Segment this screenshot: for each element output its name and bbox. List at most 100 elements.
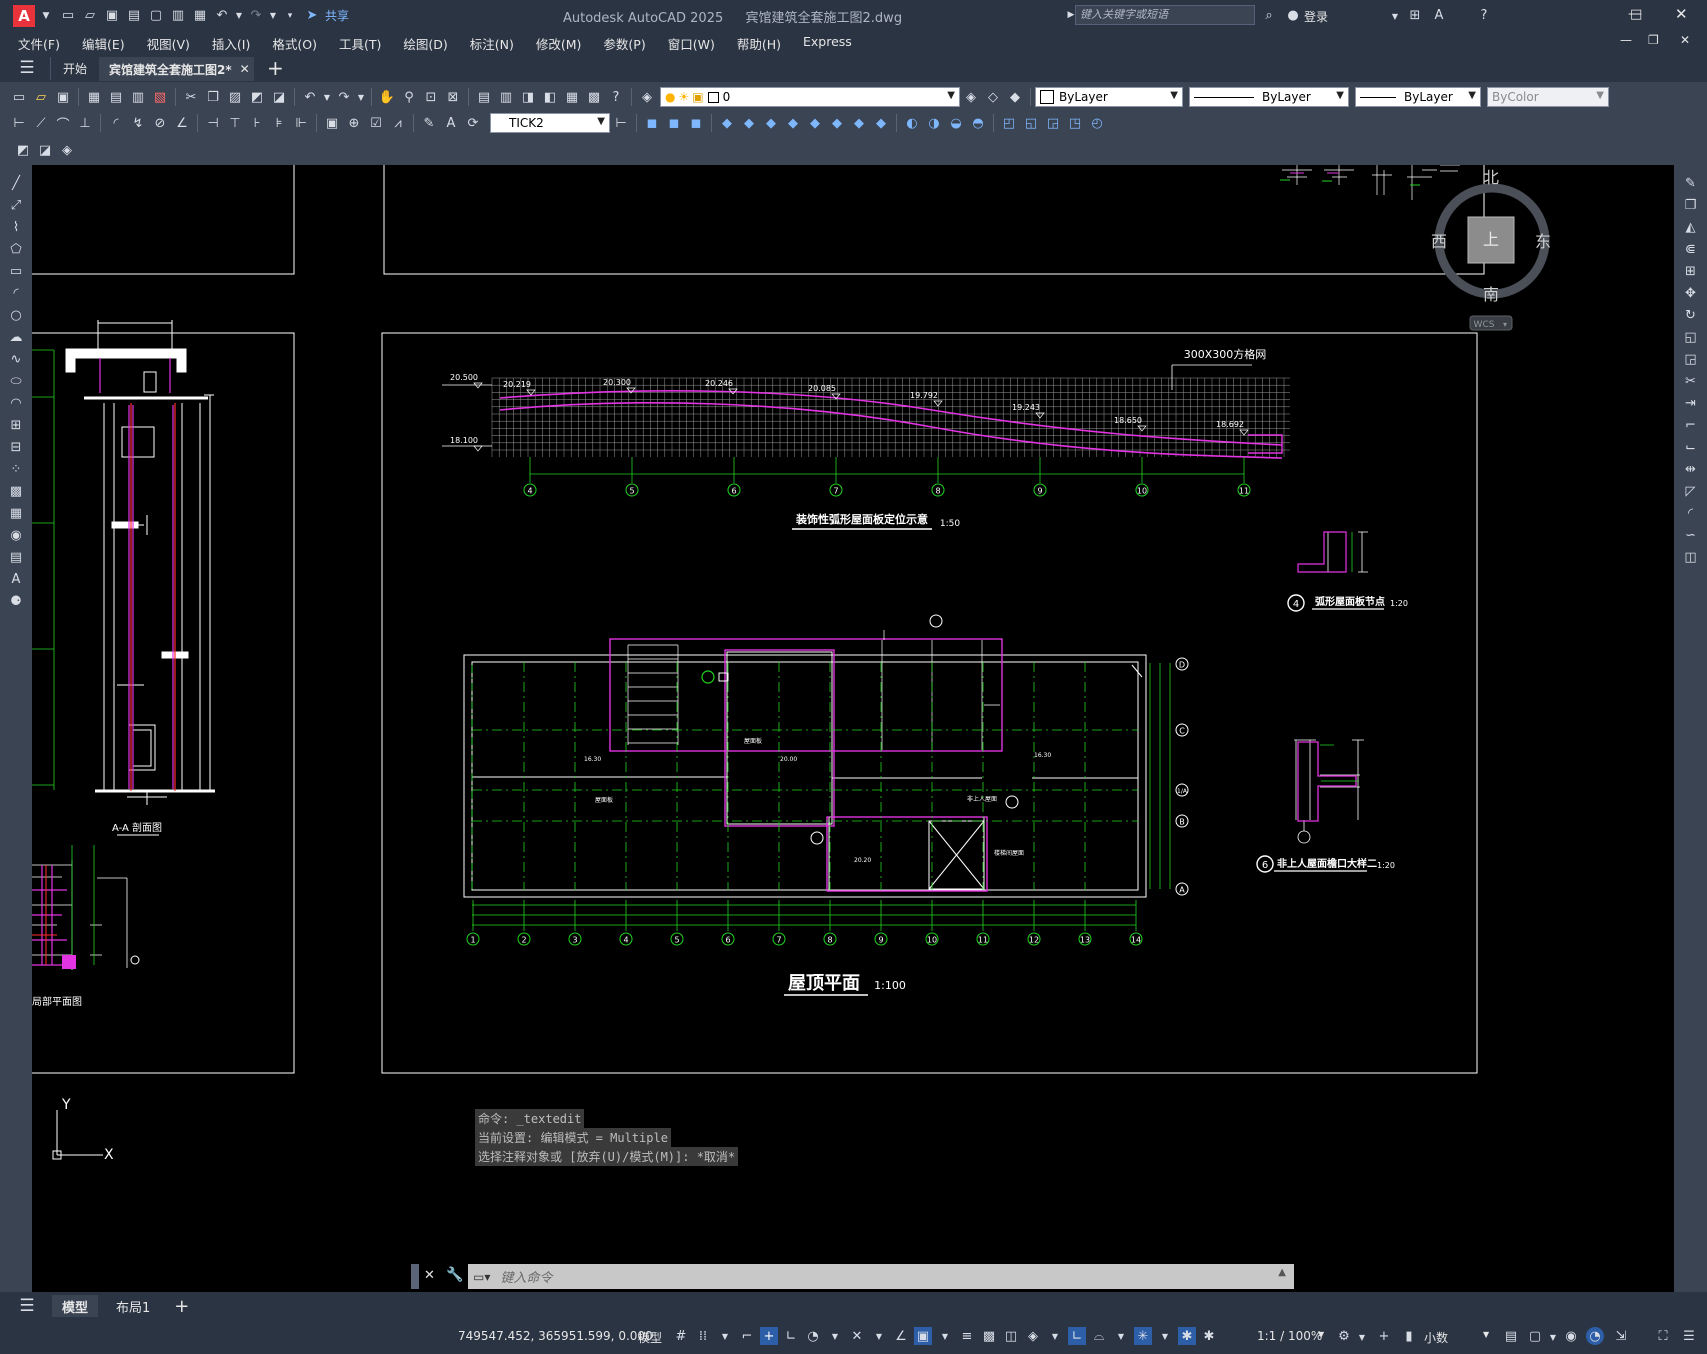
draw-arc-icon[interactable]: ◜ — [7, 284, 25, 302]
modify-blend-icon[interactable]: ∽ — [1682, 526, 1700, 544]
dimstyle-combo[interactable]: TICK2 ▼ — [490, 113, 610, 133]
modify-move-icon[interactable]: ✥ — [1682, 284, 1700, 302]
draw-rectangle-icon[interactable]: ▭ — [7, 262, 25, 280]
modify-rotate-icon[interactable]: ↻ — [1682, 306, 1700, 324]
solid-convert-icon[interactable]: ◴ — [1088, 114, 1106, 132]
command-input[interactable]: 键入命令 — [500, 1267, 552, 1286]
save-to-web-icon[interactable]: ▥ — [169, 7, 187, 25]
osnap-icon[interactable]: ▣ — [914, 1327, 932, 1345]
lineweight-combo[interactable]: ByLayer ▼ — [1355, 87, 1481, 107]
dim-jogline-icon[interactable]: ⩘ — [389, 114, 407, 132]
dynamic-ucs-icon[interactable]: ∟ — [1068, 1327, 1086, 1345]
viewcube-east[interactable]: 东 — [1535, 232, 1551, 251]
open-file-icon[interactable]: ▱ — [81, 7, 99, 25]
selection-filter-dropdown-icon[interactable]: ▼ — [1112, 1327, 1130, 1345]
selection-cycling-icon[interactable]: ◫ — [1002, 1327, 1020, 1345]
modify-extend-icon[interactable]: ⇥ — [1682, 394, 1700, 412]
draw-polyline-icon[interactable]: ⌇ — [7, 218, 25, 236]
polar-icon[interactable]: ◔ — [804, 1327, 822, 1345]
snap-icon[interactable]: ⁞⁞ — [694, 1327, 712, 1345]
units-value[interactable]: 小数 — [1424, 1329, 1448, 1346]
tb-undo-icon[interactable]: ↶ — [301, 88, 319, 106]
new-file-icon[interactable]: ▭ — [59, 7, 77, 25]
isodraft-dropdown-icon[interactable]: ▼ — [870, 1327, 888, 1345]
gizmo-dropdown-icon[interactable]: ▼ — [1156, 1327, 1174, 1345]
draw-mtext-icon[interactable]: A — [7, 570, 25, 588]
polar-dropdown-icon[interactable]: ▼ — [826, 1327, 844, 1345]
modify-offset-icon[interactable]: ⋐ — [1682, 240, 1700, 258]
solid-presspull-icon[interactable]: ◆ — [740, 114, 758, 132]
solid-section-icon[interactable]: ◲ — [1044, 114, 1062, 132]
tb-match-icon[interactable]: ◩ — [248, 88, 266, 106]
doc-close-button[interactable]: ✕ — [1680, 33, 1690, 47]
cart-icon[interactable]: ⊞ — [1406, 6, 1424, 24]
restore-button[interactable]: □ — [1630, 7, 1642, 22]
annotation-monitor-icon[interactable]: + — [1375, 1327, 1393, 1345]
isodraft-icon[interactable]: ✕ — [848, 1327, 866, 1345]
clean-screen-icon[interactable]: ⇲ — [1612, 1327, 1630, 1345]
dim-ordinate-icon[interactable]: ⊥ — [76, 114, 94, 132]
modify-join-icon[interactable]: ⇹ — [1682, 460, 1700, 478]
menu-item-3[interactable]: 插入(I) — [212, 34, 250, 53]
gizmo-icon[interactable]: ✳ — [1134, 1327, 1152, 1345]
color-combo[interactable]: ByLayer ▼ — [1035, 87, 1183, 107]
isolate-objects-icon[interactable]: ◉ — [1562, 1327, 1580, 1345]
tb-paste-icon[interactable]: ▨ — [226, 88, 244, 106]
plot-icon[interactable]: ▦ — [191, 7, 209, 25]
selection-filter-icon[interactable]: ⌓ — [1090, 1327, 1108, 1345]
modify-stretch-icon[interactable]: ◲ — [1682, 350, 1700, 368]
tb-redo-icon[interactable]: ↷ — [335, 88, 353, 106]
solid-sweep-icon[interactable]: ◆ — [762, 114, 780, 132]
dim-continue-icon[interactable]: ⊦ — [248, 114, 266, 132]
tb-layer-walk-icon[interactable]: ◈ — [58, 141, 76, 159]
solid-loft-icon[interactable]: ◆ — [806, 114, 824, 132]
app-menu-chevron-icon[interactable]: ▼ — [37, 7, 55, 25]
menu-item-5[interactable]: 工具(T) — [339, 34, 381, 53]
3d-osnap-dropdown-icon[interactable]: ▼ — [1046, 1327, 1064, 1345]
dim-quick-icon[interactable]: ⊣ — [204, 114, 222, 132]
draw-spline-icon[interactable]: ∿ — [7, 350, 25, 368]
auto-scale-icon[interactable]: ✱ — [1200, 1327, 1218, 1345]
draw-point-icon[interactable]: ⁘ — [7, 460, 25, 478]
command-prompt-icon[interactable]: ▭▾ — [473, 1270, 490, 1284]
lock-ui-icon[interactable]: ▢ — [1526, 1327, 1544, 1345]
draw-revcloud-icon[interactable]: ☁ — [7, 328, 25, 346]
save-as-icon[interactable]: ▤ — [125, 7, 143, 25]
dim-space-icon[interactable]: ⊧ — [270, 114, 288, 132]
dim-diameter-icon[interactable]: ⊘ — [151, 114, 169, 132]
tb-sheet-set-icon[interactable]: ◧ — [541, 88, 559, 106]
tb-open-icon[interactable]: ▱ — [32, 88, 50, 106]
modify-fillet-icon[interactable]: ◜ — [1682, 504, 1700, 522]
dim-break-icon[interactable]: ⊩ — [292, 114, 310, 132]
tb-tool-palettes-icon[interactable]: ◨ — [519, 88, 537, 106]
undo-dropdown-icon[interactable]: ▼ — [235, 7, 243, 25]
tb-new-icon[interactable]: ▭ — [10, 88, 28, 106]
layer-combo[interactable]: ● ☀ ▣ 0 ▼ — [660, 87, 960, 107]
tb-undo-dd-icon[interactable]: ▼ — [323, 88, 331, 106]
solid-extract-edges-icon[interactable]: ◰ — [1000, 114, 1018, 132]
infer-constraints-icon[interactable]: ⌐ — [738, 1327, 756, 1345]
coordinates-readout[interactable]: 749547.452, 365951.599, 0.000 — [458, 1329, 653, 1343]
share-icon[interactable]: ➤ — [303, 7, 321, 25]
transparency-icon[interactable]: ▩ — [980, 1327, 998, 1345]
workspace-dropdown-icon[interactable]: ▼ — [1353, 1328, 1371, 1346]
dim-aligned-icon[interactable]: ⟋ — [32, 114, 50, 132]
command-customize-icon[interactable]: 🔧 — [446, 1267, 463, 1283]
command-line[interactable]: ▭▾ 键入命令 ▲ — [468, 1264, 1294, 1289]
annotation-scale[interactable]: 1:1 / 100% — [1257, 1329, 1322, 1343]
tb-plot-icon[interactable]: ▦ — [85, 88, 103, 106]
grid-icon[interactable]: # — [672, 1327, 690, 1345]
draw-ellipse-arc-icon[interactable]: ◠ — [7, 394, 25, 412]
tb-publish-icon[interactable]: ▥ — [129, 88, 147, 106]
help-icon[interactable]: ? — [1475, 6, 1493, 24]
menu-item-11[interactable]: 帮助(H) — [737, 34, 781, 53]
linetype-combo[interactable]: ByLayer ▼ — [1189, 87, 1349, 107]
tb-layer-state-icon[interactable]: ◆ — [1006, 88, 1024, 106]
redo-icon[interactable]: ↷ — [247, 7, 265, 25]
doc-restore-button[interactable]: ❐ — [1648, 33, 1659, 47]
dim-angular-icon[interactable]: ∠ — [173, 114, 191, 132]
annotation-scale-dropdown-icon[interactable]: ▼ — [1318, 1330, 1324, 1339]
dim-arc-icon[interactable]: ⌒ — [54, 114, 72, 133]
tb-preview-icon[interactable]: ▤ — [107, 88, 125, 106]
menu-item-1[interactable]: 编辑(E) — [82, 34, 125, 53]
